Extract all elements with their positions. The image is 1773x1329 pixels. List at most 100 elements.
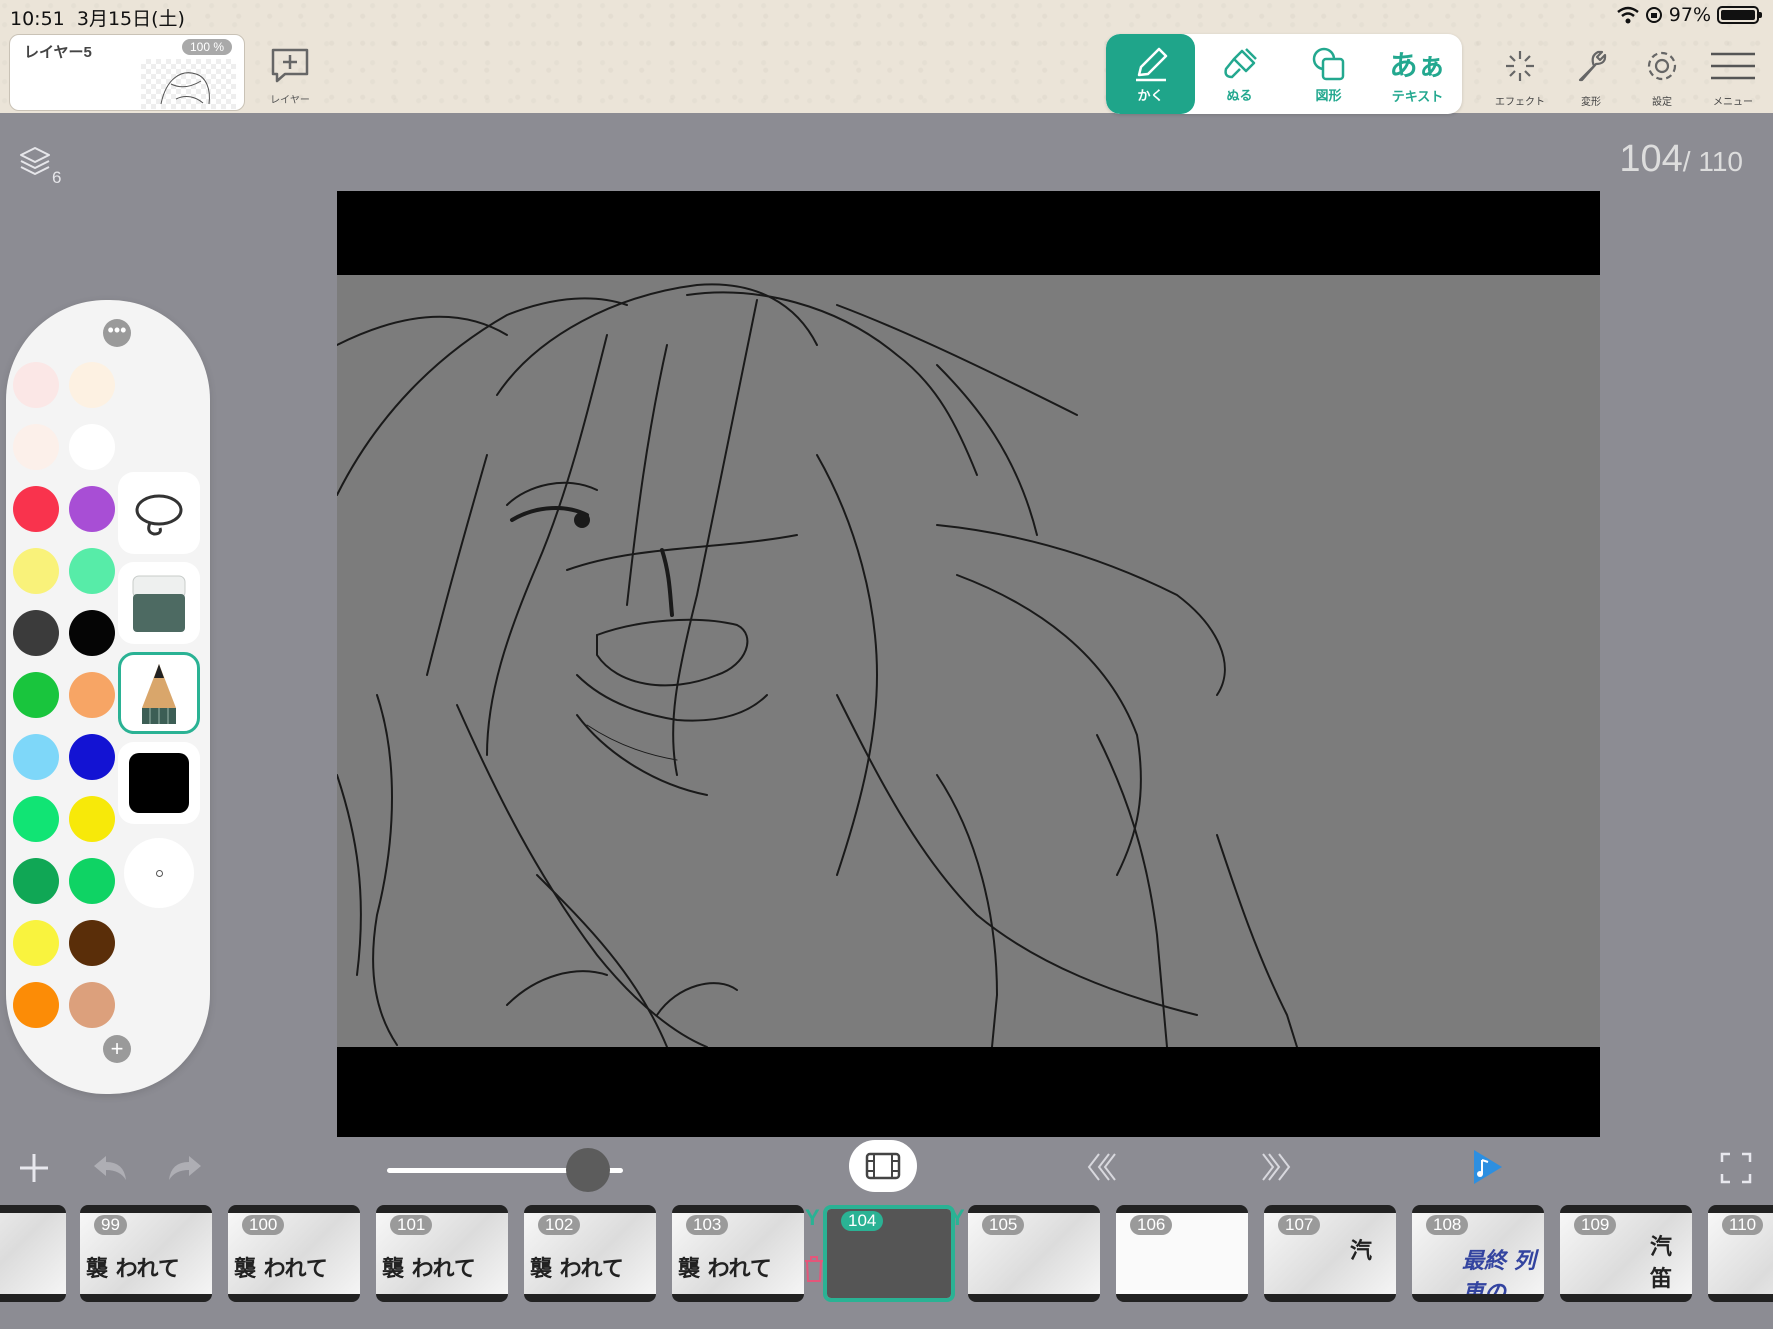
next-onion-icon [1262, 1153, 1291, 1181]
redo-icon [169, 1156, 201, 1180]
tool-fill[interactable]: ぬる [1195, 34, 1284, 114]
color-swatch[interactable] [13, 362, 59, 408]
color-swatch[interactable] [69, 734, 115, 780]
frame-thumbnail[interactable]: 105 [968, 1205, 1100, 1302]
color-swatch[interactable] [69, 858, 115, 904]
layers-icon [20, 147, 50, 175]
layer-opacity: 100 % [181, 39, 232, 55]
color-palette: ••• + [6, 300, 210, 1094]
prev-onion-icon [1087, 1153, 1116, 1181]
color-swatch[interactable] [13, 858, 59, 904]
undo-button[interactable] [90, 1150, 130, 1191]
frame-thumbnail[interactable]: 103 襲 われて [672, 1205, 804, 1302]
color-swatch[interactable] [13, 920, 59, 966]
trash-icon[interactable] [803, 1255, 825, 1283]
frame-thumbnail[interactable]: 99 襲 われて [80, 1205, 212, 1302]
redo-button[interactable] [165, 1150, 205, 1191]
color-swatch[interactable] [69, 610, 115, 656]
color-swatches [13, 362, 115, 1028]
range-start-marker[interactable]: Y [805, 1205, 820, 1231]
current-color-button[interactable] [118, 742, 200, 824]
frame-thumbnail-current[interactable]: 104 [823, 1205, 955, 1302]
gear-icon [1647, 51, 1677, 81]
brush-icon [1223, 47, 1257, 78]
fullscreen-icon [1720, 1152, 1752, 1184]
color-swatch[interactable] [13, 548, 59, 594]
color-swatch[interactable] [13, 424, 59, 470]
lasso-tool-button[interactable] [118, 472, 200, 554]
brush-size-indicator [155, 869, 163, 877]
frame-thumbnail[interactable]: 101 襲 われて [376, 1205, 508, 1302]
filmstrip-toggle-button[interactable] [849, 1140, 917, 1192]
frame-thumbnail[interactable]: 106 [1116, 1205, 1248, 1302]
palette-tools [118, 472, 200, 908]
right-toolbar: エフェクト 変形 設定 メニュー [1495, 48, 1758, 108]
frame-filmstrip: 99 襲 われて 100 襲 われて 101 襲 われて 102 襲 われて 103 襲 … [0, 1205, 1773, 1303]
color-swatch[interactable] [13, 734, 59, 780]
drawing-canvas[interactable] [336, 191, 1600, 1137]
transform-button[interactable]: 変形 [1566, 48, 1616, 108]
color-swatch[interactable] [69, 672, 115, 718]
frame-thumbnail[interactable]: 107 汽 [1264, 1205, 1396, 1302]
frame-counter: 104/ 110 [1619, 138, 1743, 180]
tool-text[interactable]: あぁ テキスト [1373, 34, 1462, 114]
zoom-slider-knob[interactable] [566, 1148, 610, 1192]
plus-icon [20, 1154, 48, 1182]
lasso-icon [135, 494, 183, 536]
layer-thumbnail [141, 59, 236, 109]
hamburger-icon [1711, 52, 1755, 80]
color-swatch[interactable] [13, 982, 59, 1028]
color-swatch[interactable] [13, 672, 59, 718]
top-toolbar: 10:51 3月15日(土) 97% レイヤー5 100 % レイヤー かく ぬ… [0, 0, 1773, 114]
frame-thumbnail[interactable]: 110 [1708, 1205, 1773, 1302]
next-frame-button[interactable] [1259, 1150, 1293, 1189]
color-swatch[interactable] [69, 362, 115, 408]
add-layer-button[interactable]: レイヤー [266, 46, 314, 106]
layer-name: レイヤー5 [24, 44, 92, 61]
effects-button[interactable]: エフェクト [1495, 48, 1545, 108]
color-swatch[interactable] [69, 548, 115, 594]
drawing-tool-group: かく ぬる 図形 あぁ テキスト [1106, 34, 1462, 114]
settings-button[interactable]: 設定 [1637, 48, 1687, 108]
color-swatch[interactable] [69, 796, 115, 842]
add-color-button[interactable]: + [103, 1035, 131, 1063]
color-swatch[interactable] [13, 486, 59, 532]
palette-more-button[interactable]: ••• [103, 319, 131, 347]
wrench-icon [1578, 50, 1607, 82]
frame-thumbnail[interactable]: 102 襲 われて [524, 1205, 656, 1302]
color-swatch[interactable] [69, 424, 115, 470]
tool-draw[interactable]: かく [1106, 34, 1195, 114]
battery-percent: 97% [1668, 4, 1711, 26]
film-icon [865, 1152, 901, 1180]
layers-count: 6 [52, 168, 62, 187]
fullscreen-button[interactable] [1720, 1152, 1752, 1189]
frame-thumbnail[interactable]: 100 襲 われて [228, 1205, 360, 1302]
brush-size-button[interactable] [124, 838, 194, 908]
frame-thumbnail[interactable]: 109 汽笛 [1560, 1205, 1692, 1302]
pencil-tool-button[interactable] [118, 652, 200, 734]
undo-icon [94, 1156, 126, 1180]
play-button[interactable] [1470, 1148, 1504, 1191]
status-time: 10:51 3月15日(土) [10, 8, 185, 30]
frame-thumbnail[interactable]: 108 最終 列車の [1412, 1205, 1544, 1302]
frame-thumbnail[interactable] [0, 1205, 66, 1302]
sparkle-icon [1506, 51, 1534, 81]
color-swatch[interactable] [13, 610, 59, 656]
playback-controls [0, 1140, 1773, 1200]
canvas-artwork [336, 275, 1600, 1048]
current-layer-card[interactable]: レイヤー5 100 % [9, 34, 245, 111]
prev-frame-button[interactable] [1085, 1150, 1119, 1189]
menu-button[interactable]: メニュー [1708, 48, 1758, 108]
color-swatch[interactable] [13, 796, 59, 842]
status-indicators: 97% [1616, 4, 1762, 26]
tool-shape[interactable]: 図形 [1284, 34, 1373, 114]
eraser-tool-button[interactable] [118, 562, 200, 644]
sketch-drawing [336, 283, 1298, 1048]
add-frame-button[interactable] [16, 1150, 52, 1191]
layers-button[interactable]: 6 [18, 144, 61, 187]
play-music-icon [1474, 1150, 1502, 1184]
color-swatch[interactable] [69, 486, 115, 532]
color-swatch[interactable] [69, 920, 115, 966]
range-end-marker[interactable]: Y [950, 1205, 965, 1231]
color-swatch[interactable] [69, 982, 115, 1028]
